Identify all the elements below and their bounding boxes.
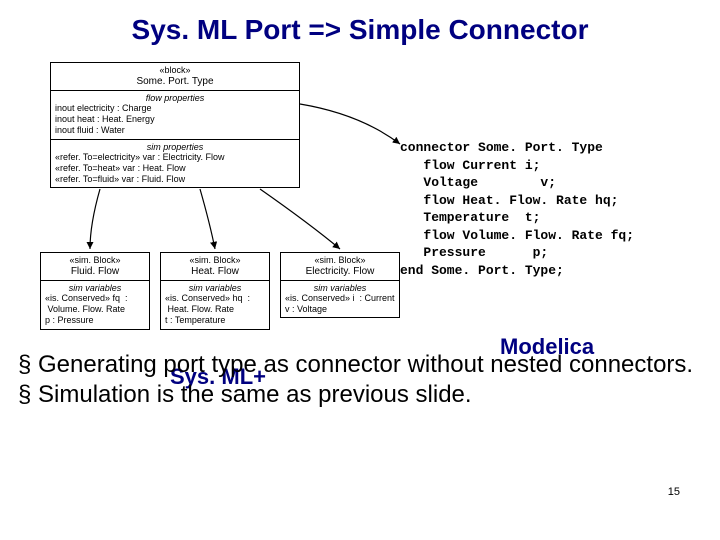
child-vars: «is. Conserved» hq : Heat. Flow. Rate t … (165, 293, 265, 327)
page-number: 15 (668, 486, 680, 498)
block-electricityflow: «sim. Block» Electricity. Flow sim varia… (280, 252, 400, 318)
block-stereotype: «block» (55, 65, 295, 76)
child-stereo: «sim. Block» (45, 255, 145, 266)
child-vars-title: sim variables (45, 283, 145, 293)
child-stereo: «sim. Block» (165, 255, 265, 266)
flow-props-title: flow properties (55, 93, 295, 103)
block-name: Some. Port. Type (55, 76, 295, 88)
child-stereo: «sim. Block» (285, 255, 395, 266)
child-vars-title: sim variables (165, 283, 265, 293)
flow-props: inout electricity : Charge inout heat : … (55, 103, 295, 137)
child-name: Electricity. Flow (285, 266, 395, 278)
block-heatflow: «sim. Block» Heat. Flow sim variables «i… (160, 252, 270, 330)
modelica-code: connector Some. Port. Type flow Current … (400, 139, 634, 279)
child-name: Heat. Flow (165, 266, 265, 278)
page-title: Sys. ML Port => Simple Connector (0, 0, 720, 54)
bullet-item: Generating port type as connector withou… (18, 350, 700, 380)
sim-props-title: sim properties (55, 142, 295, 152)
block-someporttype: «block» Some. Port. Type flow properties… (50, 62, 300, 188)
bullet-list: Generating port type as connector withou… (18, 350, 700, 410)
child-vars: «is. Conserved» fq : Volume. Flow. Rate … (45, 293, 145, 327)
child-name: Fluid. Flow (45, 266, 145, 278)
sim-props: «refer. To=electricity» var : Electricit… (55, 152, 295, 186)
child-vars: «is. Conserved» i : Current v : Voltage (285, 293, 395, 316)
child-vars-title: sim variables (285, 283, 395, 293)
bullet-item: Simulation is the same as previous slide… (18, 380, 700, 410)
block-fluidflow: «sim. Block» Fluid. Flow sim variables «… (40, 252, 150, 330)
